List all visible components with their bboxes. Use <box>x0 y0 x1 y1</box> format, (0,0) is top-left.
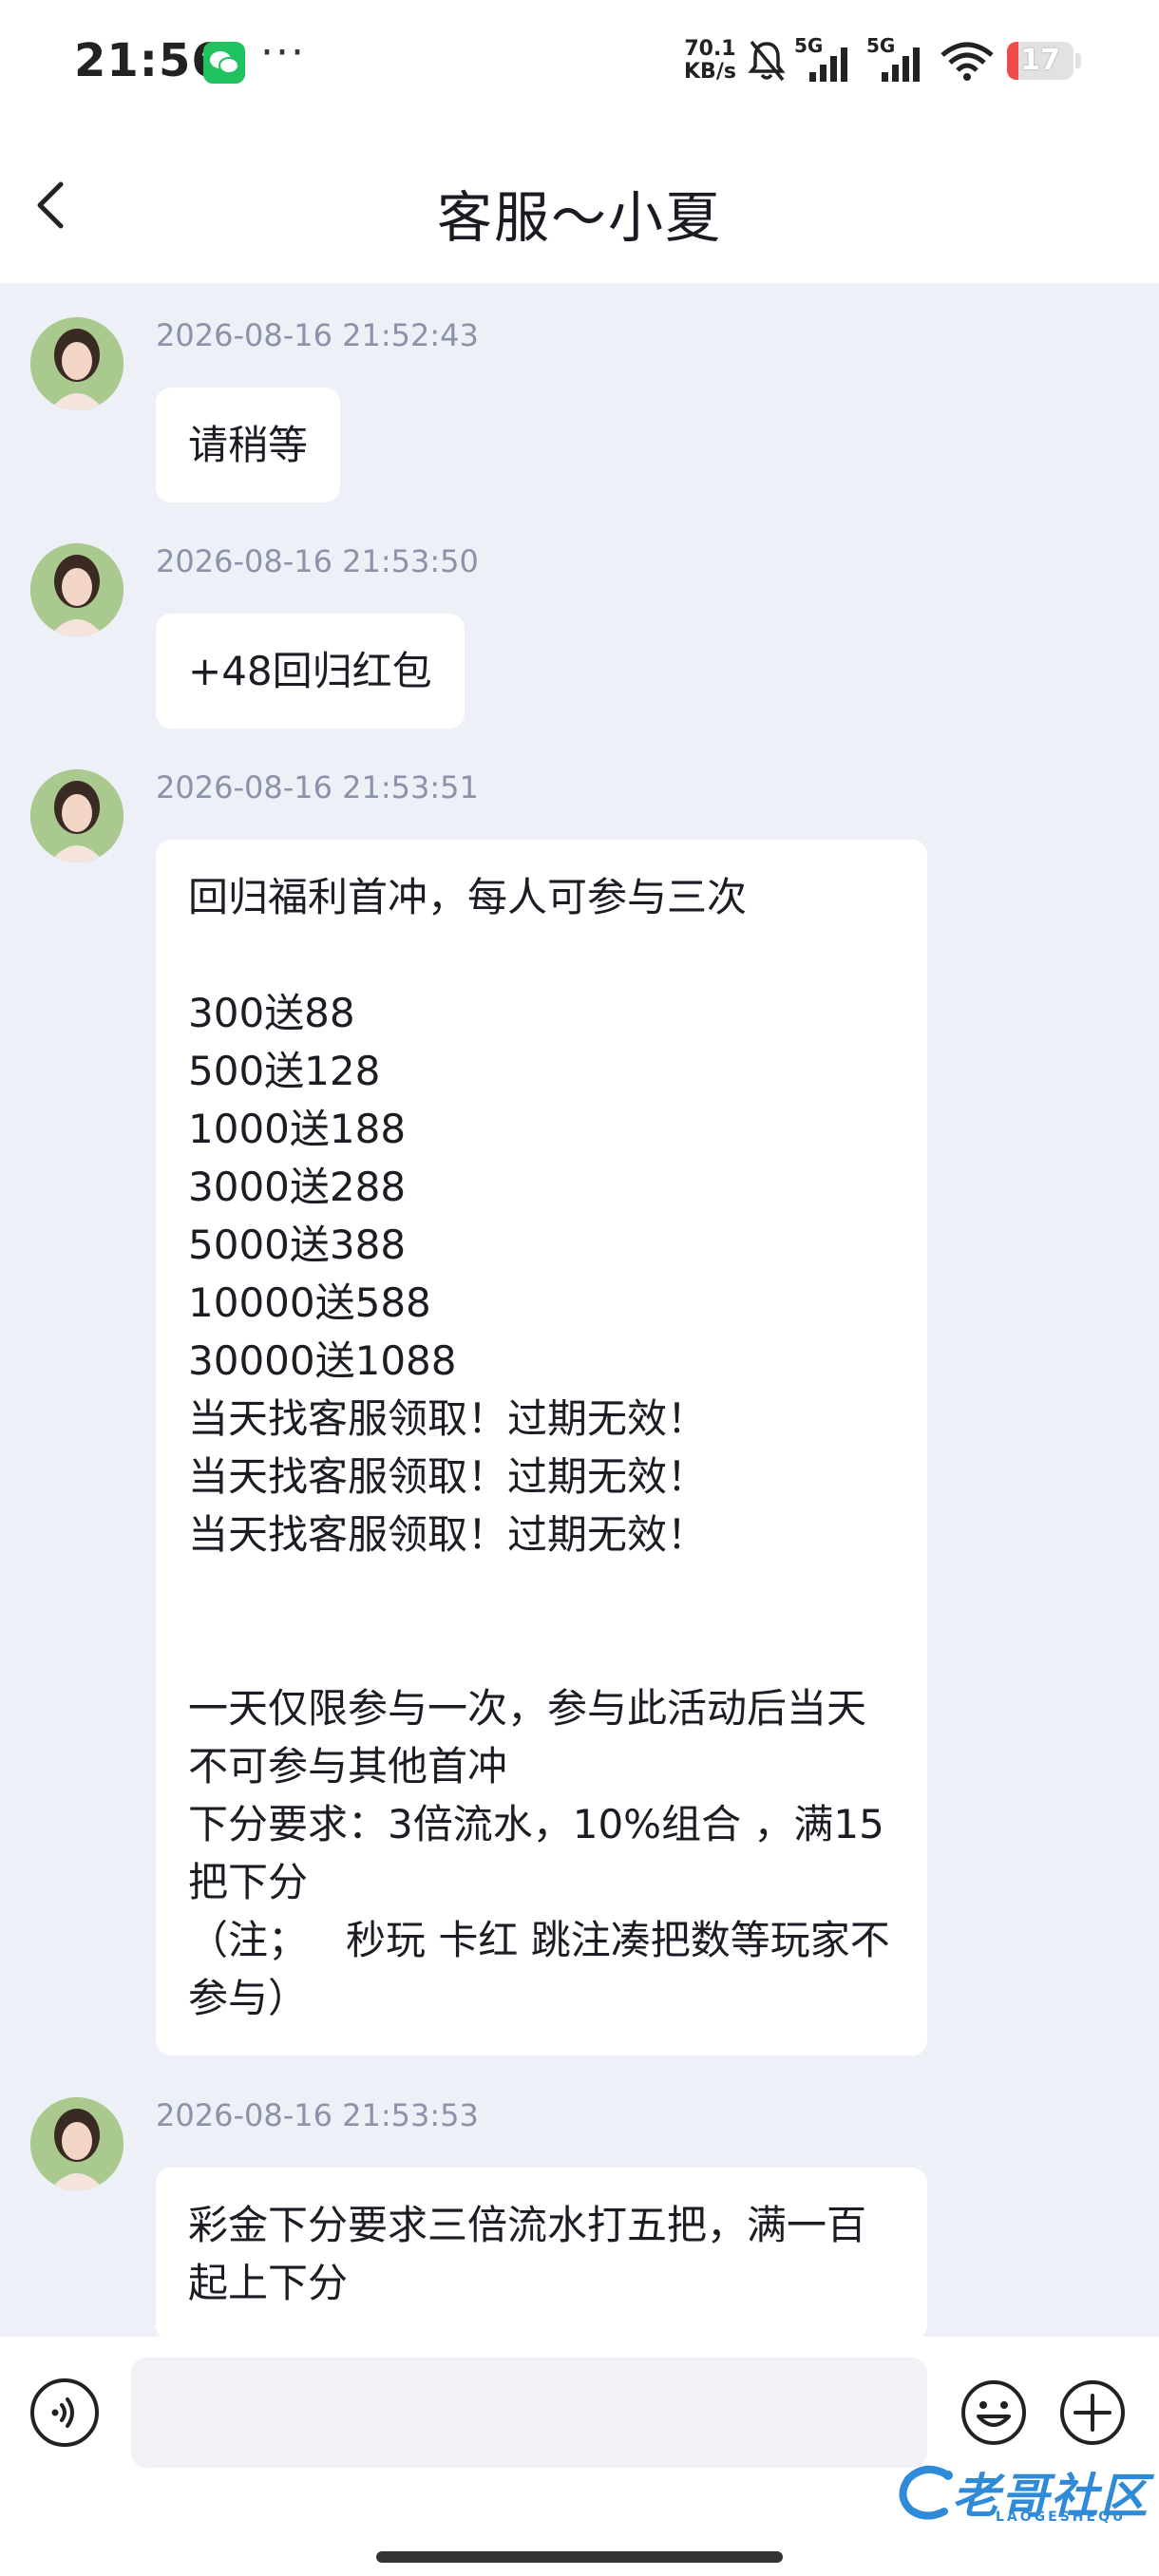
more-actions-button[interactable] <box>1058 2378 1127 2447</box>
emoji-button[interactable] <box>960 2378 1028 2447</box>
home-indicator[interactable] <box>376 2551 783 2563</box>
message-timestamp: 2026-08-16 21:53:51 <box>156 769 479 805</box>
signal-icon <box>809 47 847 82</box>
network-speed-value: 70.1 <box>684 37 736 61</box>
message-input[interactable] <box>131 2358 927 2468</box>
watermark-logo: 老哥社区 LAOGESHEQU <box>897 2462 1150 2529</box>
emoji-icon <box>961 2380 1026 2445</box>
network-speed: 70.1 KB/s <box>684 38 736 84</box>
battery-icon: 17 <box>1007 42 1074 80</box>
chat-message-list[interactable]: 2026-08-16 21:52:43 请稍等 2026-08-16 21:53… <box>0 283 1159 2337</box>
battery-level: 17 <box>1020 44 1060 77</box>
battery-cap <box>1075 53 1081 68</box>
avatar[interactable] <box>30 2097 124 2190</box>
message-timestamp: 2026-08-16 21:53:53 <box>156 2097 479 2133</box>
page-title: 客服～小夏 <box>436 185 722 250</box>
watermark-subtext: LAOGESHEQU <box>996 2510 1127 2525</box>
bell-off-icon <box>748 40 786 82</box>
dragon-icon <box>899 2466 953 2520</box>
avatar[interactable] <box>30 769 124 862</box>
message-bubble[interactable]: 回归福利首冲，每人可参与三次 300送88 500送128 1000送188 3… <box>156 840 927 2055</box>
avatar[interactable] <box>30 317 124 410</box>
message-timestamp: 2026-08-16 21:53:50 <box>156 543 479 579</box>
plus-icon <box>1060 2380 1125 2445</box>
voice-icon <box>51 2397 74 2428</box>
signal-icon <box>882 47 920 82</box>
network-speed-unit: KB/s <box>684 60 736 84</box>
message-bubble[interactable]: +48回归红包 <box>156 614 465 729</box>
message-bubble[interactable]: 请稍等 <box>156 388 341 502</box>
avatar[interactable] <box>30 543 124 636</box>
status-time: 21:56 <box>74 34 224 87</box>
wechat-icon <box>203 42 245 84</box>
input-bar: 老哥社区 LAOGESHEQU <box>0 2337 1159 2576</box>
message-bubble[interactable]: 彩金下分要求三倍流水打五把，满一百起上下分 <box>156 2168 927 2337</box>
wifi-icon <box>940 42 994 81</box>
status-bar: 21:56 ··· 70.1 KB/s 5G 5G 17 <box>0 0 1159 123</box>
more-notifications-icon: ··· <box>260 28 306 77</box>
voice-button[interactable] <box>30 2378 99 2447</box>
chat-header: 客服～小夏 <box>0 123 1159 284</box>
message-timestamp: 2026-08-16 21:52:43 <box>156 317 479 353</box>
